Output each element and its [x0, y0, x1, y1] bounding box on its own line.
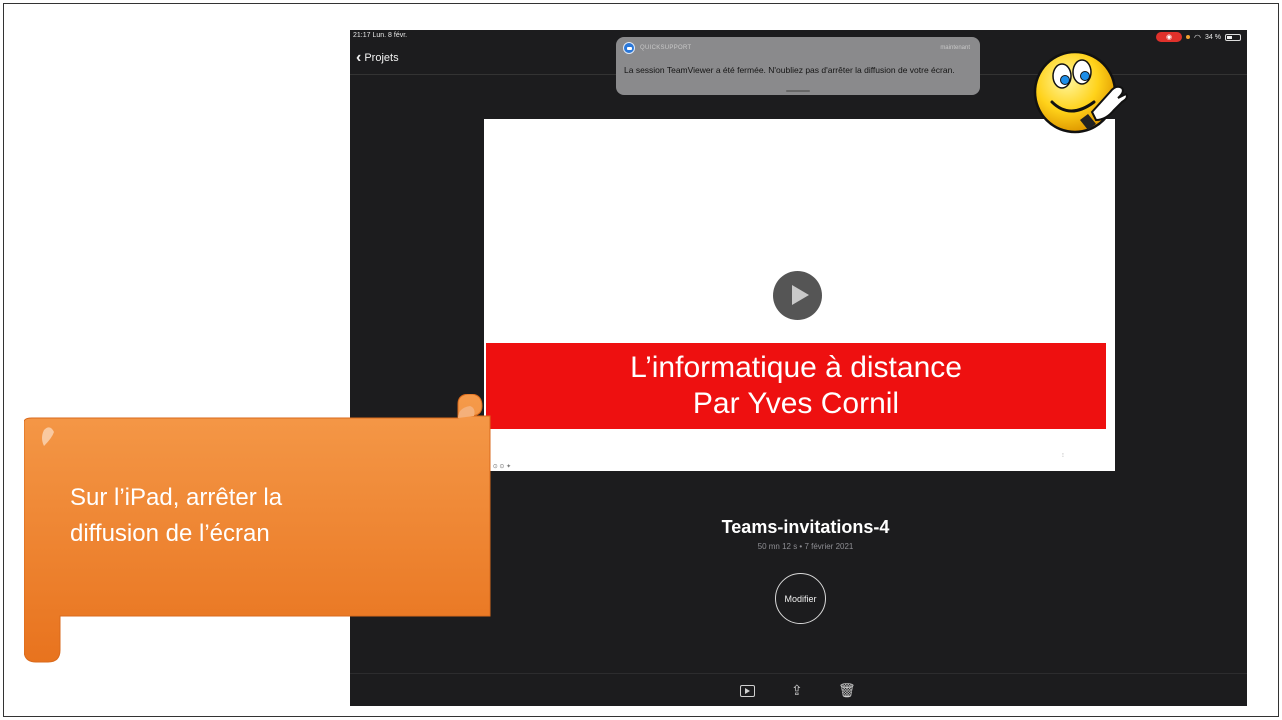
back-label: Projets	[364, 52, 399, 64]
play-square-icon[interactable]	[740, 685, 755, 697]
callout-text-line2: diffusion de l’écran	[70, 520, 270, 547]
notification-time: maintenant	[940, 45, 970, 51]
status-time: 21:17 Lun. 8 févr.	[353, 32, 408, 39]
edit-button[interactable]: Modifier	[775, 573, 826, 624]
battery-percent: 34 %	[1205, 33, 1221, 41]
slide: 21:17 Lun. 8 févr. ◉ ◠ 34 % ‹ Projets QU…	[0, 0, 1282, 720]
preview-title-line2: Par Yves Cornil	[692, 387, 900, 420]
callout-text-line1: Sur l’iPad, arrêter la	[70, 484, 283, 511]
pointing-smiley-icon	[1033, 50, 1128, 134]
back-button[interactable]: ‹ Projets	[356, 49, 399, 66]
notification-message: La session TeamViewer a été fermée. N'ou…	[624, 65, 955, 75]
notification-banner[interactable]: QUICKSUPPORT maintenant La session TeamV…	[616, 37, 980, 95]
notification-app-name: QUICKSUPPORT	[640, 45, 692, 51]
video-preview[interactable]: L’informatique à distance Par Yves Corni…	[484, 119, 1115, 471]
trash-icon[interactable]: 🗑	[838, 682, 856, 698]
screen-recording-indicator[interactable]: ◉	[1156, 32, 1183, 42]
battery-icon	[1225, 33, 1241, 41]
microphone-dot-icon	[1186, 35, 1191, 39]
status-indicators: ◉ ◠ 34 %	[1156, 32, 1241, 42]
chevron-left-icon: ‹	[356, 49, 362, 66]
preview-title-line1: L’informatique à distance	[630, 351, 962, 384]
quicksupport-app-icon	[623, 42, 635, 54]
bottom-toolbar: ⇪ 🗑	[350, 673, 1247, 706]
preview-title-band: L’informatique à distance Par Yves Corni…	[486, 343, 1106, 429]
play-circle-icon[interactable]	[773, 271, 822, 320]
notification-grabber[interactable]	[786, 90, 810, 92]
preview-page-mark: ⁝	[1062, 453, 1064, 459]
share-icon[interactable]: ⇪	[791, 682, 803, 698]
callout-text: Sur l’iPad, arrêter la diffusion de l’éc…	[70, 480, 450, 552]
wifi-icon: ◠	[1194, 32, 1202, 42]
